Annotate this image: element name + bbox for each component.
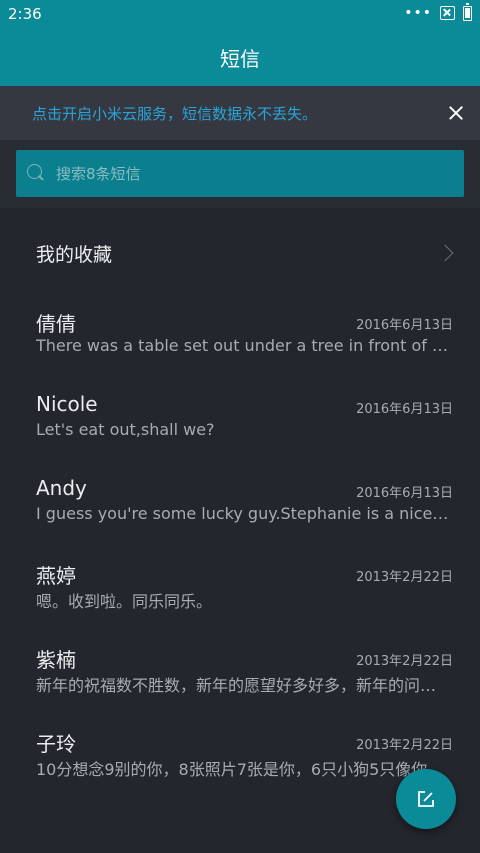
cloud-service-banner[interactable]: 点击开启小米云服务，短信数据永不丢失。 (0, 86, 480, 140)
search-area (0, 140, 480, 208)
chevron-right-icon (436, 244, 454, 262)
search-icon (27, 164, 45, 182)
message-preview: I guess you're some lucky guy.Stephanie … (36, 504, 452, 523)
page-title: 短信 (220, 47, 260, 71)
message-preview: 嗯。收到啦。同乐同乐。 (36, 592, 213, 611)
status-icons: ••• (404, 2, 472, 21)
message-date: 2016年6月13日 (356, 486, 453, 501)
contact-name: 子玲 (36, 732, 76, 756)
message-date: 2013年2月22日 (356, 738, 453, 753)
status-bar: 2:36 ••• (0, 0, 480, 28)
close-icon[interactable] (446, 103, 466, 123)
contact-name: Nicole (36, 392, 98, 416)
message-date: 2013年2月22日 (356, 570, 453, 585)
message-preview: 新年的祝福数不胜数，新年的愿望好多好多，新年的问候一声一声 (36, 676, 452, 695)
conversation-item[interactable]: Nicole 2016年6月13日 Let's eat out,shall we… (0, 380, 480, 464)
contact-name: Andy (36, 476, 87, 500)
favorites-row[interactable]: 我的收藏 (0, 212, 480, 296)
favorites-label: 我的收藏 (36, 244, 113, 266)
conversation-item[interactable]: 倩倩 2016年6月13日 There was a table set out … (0, 296, 480, 380)
message-preview: There was a table set out under a tree i… (36, 336, 452, 355)
conversation-item[interactable]: 燕婷 2013年2月22日 嗯。收到啦。同乐同乐。 (0, 548, 480, 632)
message-date: 2013年2月22日 (356, 654, 453, 669)
search-input[interactable] (56, 150, 456, 197)
message-preview: Let's eat out,shall we? (36, 420, 215, 439)
search-box[interactable] (16, 150, 464, 197)
message-preview: 10分想念9别的你，8张照片7张是你，6只小狗5只像你，4 (36, 760, 452, 779)
banner-text[interactable]: 点击开启小米云服务，短信数据永不丢失。 (32, 103, 317, 124)
compose-button[interactable] (396, 769, 456, 829)
message-date: 2016年6月13日 (356, 318, 453, 333)
compose-icon (418, 791, 434, 807)
sim-card-icon (440, 6, 455, 20)
contact-name: 燕婷 (36, 564, 76, 588)
battery-icon (463, 2, 472, 21)
contact-name: 紫楠 (36, 648, 76, 672)
conversation-item[interactable]: 紫楠 2013年2月22日 新年的祝福数不胜数，新年的愿望好多好多，新年的问候一… (0, 632, 480, 716)
conversation-item[interactable]: Andy 2016年6月13日 I guess you're some luck… (0, 464, 480, 548)
contact-name: 倩倩 (36, 312, 76, 336)
status-time: 2:36 (8, 5, 42, 23)
message-date: 2016年6月13日 (356, 402, 453, 417)
title-bar: 短信 (0, 28, 480, 86)
more-notifications-icon: ••• (404, 5, 432, 21)
